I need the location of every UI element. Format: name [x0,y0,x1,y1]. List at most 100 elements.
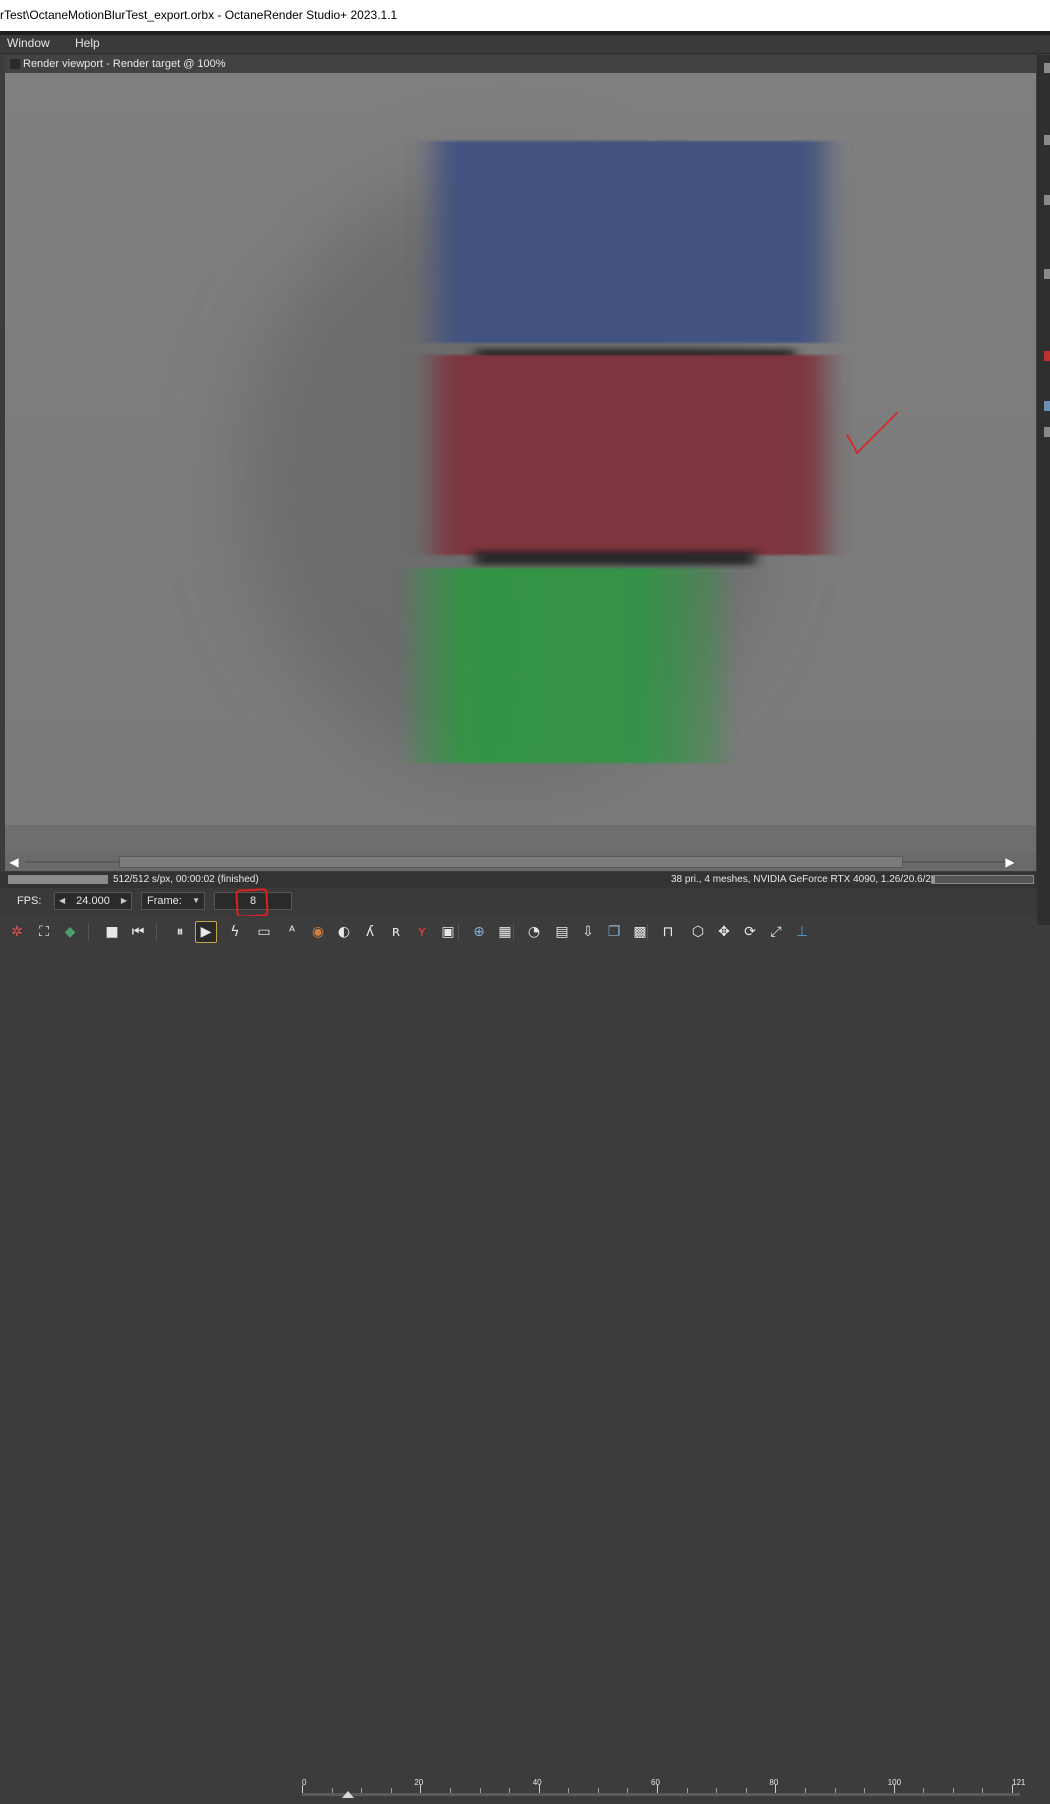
right-panel-strip [1037,55,1050,925]
fullscreen-icon[interactable]: ⤢ [765,921,787,943]
play-icon[interactable]: ▶ [195,921,217,943]
ruler-tick [923,1788,925,1793]
export-icon[interactable]: ⇩ [577,921,599,943]
ruler-tick [745,1788,747,1793]
render-stats: 512/512 s/px, 00:00:02 (finished) [113,874,259,885]
panel-icon[interactable] [1044,195,1050,205]
monitor-icon[interactable]: ▭ [253,921,275,943]
scroll-thumb[interactable] [119,856,903,868]
stop-icon[interactable]: ■ [101,921,123,943]
ruler-label: 40 [532,1778,542,1787]
render-status-bar: 512/512 s/px, 00:00:02 (finished) 38 pri… [0,872,1050,888]
fps-decrement-icon[interactable]: ◀ [59,893,65,909]
fps-spinbox[interactable]: ◀ 24.000 ▶ [54,892,132,910]
frame-annotation-circle [235,888,269,918]
frame-mode-dropdown[interactable]: Frame: ▼ [141,892,205,910]
chevron-down-icon: ▼ [192,896,200,905]
viewport-horizontal-scrollbar[interactable]: ◀ ▶ [5,853,1036,871]
rotate-icon[interactable]: ⟳ [739,921,761,943]
playhead-marker[interactable] [342,1791,354,1798]
ruler-tick [479,1788,481,1793]
ruler-tick [597,1788,599,1793]
ruler-tick [686,1788,688,1793]
viewport-floor-band [5,825,1036,853]
layers-icon[interactable]: ❐ [603,921,625,943]
gauge-icon[interactable]: ◔ [523,921,545,943]
clipboard-icon[interactable]: ▤ [551,921,573,943]
ruler-label: 60 [651,1778,660,1787]
gpu-memory-bar [931,875,1034,884]
lock-icon[interactable]: ⊓ [657,921,679,943]
ruler-tick [390,1788,392,1793]
scroll-right-icon[interactable]: ▶ [1003,855,1017,869]
ruler-tick [361,1788,363,1793]
focus-icon[interactable]: ▣ [437,921,459,943]
scroll-left-icon[interactable]: ◀ [7,855,21,869]
menu-help[interactable]: Help [75,35,100,53]
fps-increment-icon[interactable]: ▶ [121,893,127,909]
rewind-icon[interactable]: ⏮ [127,921,149,943]
ruler-tick [864,1788,866,1793]
color-wheel-icon[interactable]: ◉ [307,921,329,943]
ruler-tick [952,1788,954,1793]
window-title-bar: rTest\OctaneMotionBlurTest_export.orbx -… [0,0,1050,31]
ruler-tick [804,1788,806,1793]
ruler-tick [449,1788,451,1793]
fps-value: 24.000 [76,895,110,907]
ruler-tick [509,1788,511,1793]
ruler-tick [568,1788,570,1793]
viewport-header: Render viewport - Render target @ 100% [4,55,1036,73]
zoom-icon[interactable]: ⊕ [468,921,490,943]
lightning-icon[interactable]: ϟ [224,921,246,943]
picker-c-icon[interactable]: ʏ [411,921,433,943]
menu-bar: Window Help [0,35,1050,54]
picker-b-icon[interactable]: ʀ [385,921,407,943]
panel-icon[interactable] [1044,401,1050,411]
panel-icon[interactable] [1044,427,1050,437]
ruler-tick [716,1788,718,1793]
ruler-tick [982,1788,984,1793]
ruler-label: 121 [1012,1778,1026,1787]
region-icon[interactable]: ⛶ [33,921,55,943]
toolbar-separator [156,924,157,940]
panel-icon[interactable] [1044,135,1050,145]
ruler-tick [331,1788,333,1793]
toolbar-separator [88,924,89,940]
ruler-tick [627,1788,629,1793]
timeline-row: FPS: ◀ 24.000 ▶ Frame: ▼ 8 0 20 40 60 80 100 1… [0,888,1050,1798]
red-block [435,355,825,555]
cube-icon[interactable]: ⬡ [687,921,709,943]
ruler-label: 80 [769,1778,779,1787]
fps-label: FPS: [17,895,42,907]
sphere-icon[interactable]: ◐ [333,921,355,943]
render-progress-fill [9,876,107,883]
ruler-label: 0 [302,1778,307,1787]
render-viewport[interactable] [5,73,1036,825]
viewport-dock-icon[interactable] [10,59,20,69]
blue-block [435,141,825,343]
move-icon[interactable]: ✥ [713,921,735,943]
pause-icon[interactable]: ⏸ [169,921,191,943]
checker-icon[interactable]: ▦ [494,921,516,943]
scene-stats: 38 pri., 4 meshes, NVIDIA GeForce RTX 40… [671,874,963,885]
render-settings-icon[interactable]: ✲ [6,921,28,943]
menu-window[interactable]: Window [7,35,50,53]
color-cube-icon[interactable]: ◆ [59,921,81,943]
red-green-gap-shadow [475,551,755,565]
picker-a-icon[interactable]: ʎ [359,921,381,943]
ruler-label: 20 [414,1778,424,1787]
render-progress-bar [8,875,108,884]
panel-icon[interactable] [1044,63,1050,73]
window-title: rTest\OctaneMotionBlurTest_export.orbx -… [0,8,398,22]
frame-mode-label: Frame: [147,895,182,907]
panel-icon[interactable] [1044,269,1050,279]
alpha-icon[interactable]: ▩ [629,921,651,943]
panel-icon[interactable] [1044,351,1050,361]
timeline-ruler[interactable]: 0 20 40 60 80 100 121 [300,1778,1026,1804]
gpu-memory-fill [932,876,936,883]
render-toolbar: ✲ ⛶ ◆ ■ ⏮ ⏸ ▶ ϟ ▭ ᴬ ◉ ◐ ʎ ʀ ʏ ▣ ⊕ ▦ ◔ ▤ ⇩ ❐ ▩ ⊓ ⬡ ✥ ⟳ ⤢ ⊥ [0,916,1050,950]
timeline-track [302,1793,1020,1796]
afi-icon[interactable]: ᴬ [281,921,303,943]
green-block [410,568,725,763]
axis-icon[interactable]: ⊥ [791,921,813,943]
